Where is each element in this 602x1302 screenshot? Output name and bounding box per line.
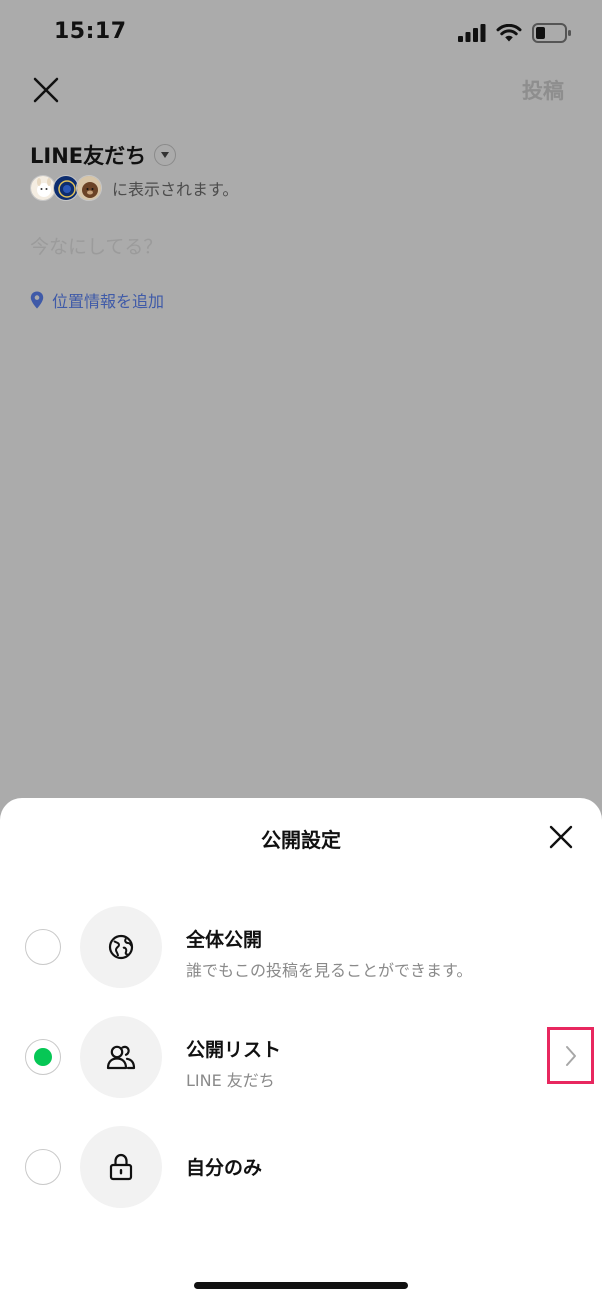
audience-selector[interactable]: LINE友だち	[30, 140, 177, 170]
globe-icon	[108, 934, 134, 960]
option-list-subtitle: LINE 友だち	[186, 1071, 275, 1090]
option-public-subtitle: 誰でもこの投稿を見ることができます。	[186, 961, 473, 980]
status-bar: 15:17	[0, 0, 602, 66]
signal-icon	[458, 24, 486, 42]
close-icon	[33, 77, 59, 103]
wifi-icon	[496, 23, 522, 41]
chevron-right-icon	[565, 1045, 576, 1066]
post-text-input[interactable]: 今なにしてる？	[30, 232, 162, 259]
people-icon-circle	[80, 1016, 162, 1098]
friend-avatars	[30, 175, 102, 201]
radio-public-list[interactable]	[25, 1039, 61, 1075]
option-list-title: 公開リスト	[186, 1039, 282, 1061]
dropdown-toggle[interactable]	[154, 144, 177, 166]
radio-only-me[interactable]	[25, 1149, 61, 1185]
post-button[interactable]: 投稿	[522, 75, 564, 105]
lock-icon-circle	[80, 1126, 162, 1208]
radio-selected-dot	[34, 1048, 52, 1066]
status-time: 15:17	[54, 19, 127, 44]
home-indicator	[194, 1282, 408, 1289]
add-location-label: 位置情報を追加	[52, 292, 165, 311]
close-button[interactable]	[28, 72, 64, 108]
option-public-list[interactable]: 公開リスト LINE 友だち	[0, 1015, 602, 1099]
people-icon	[106, 1045, 136, 1070]
option-public[interactable]: 全体公開 誰でもこの投稿を見ることができます。	[0, 905, 602, 989]
option-only-me-title: 自分のみ	[186, 1157, 263, 1179]
chevron-down-icon	[161, 152, 170, 158]
option-public-title: 全体公開	[186, 929, 263, 951]
visibility-row: に表示されます。	[30, 175, 238, 201]
close-icon	[549, 825, 573, 849]
lock-icon	[109, 1153, 133, 1181]
globe-icon-circle	[80, 906, 162, 988]
privacy-settings-sheet: 公開設定 全体公開 誰でもこの投稿を見ることができます。 公開リスト LINE …	[0, 798, 602, 1302]
list-detail-button[interactable]	[547, 1027, 594, 1084]
audience-label: LINE友だち	[30, 144, 147, 168]
location-pin-icon	[30, 291, 44, 309]
radio-public[interactable]	[25, 929, 61, 965]
status-icons	[458, 22, 572, 44]
add-location-button[interactable]: 位置情報を追加	[30, 288, 164, 312]
avatar	[76, 175, 102, 201]
option-only-me[interactable]: 自分のみ	[0, 1125, 602, 1209]
sheet-close-button[interactable]	[546, 822, 576, 852]
battery-icon	[532, 23, 571, 43]
visibility-text: に表示されます。	[112, 180, 239, 199]
sheet-title: 公開設定	[261, 828, 341, 852]
